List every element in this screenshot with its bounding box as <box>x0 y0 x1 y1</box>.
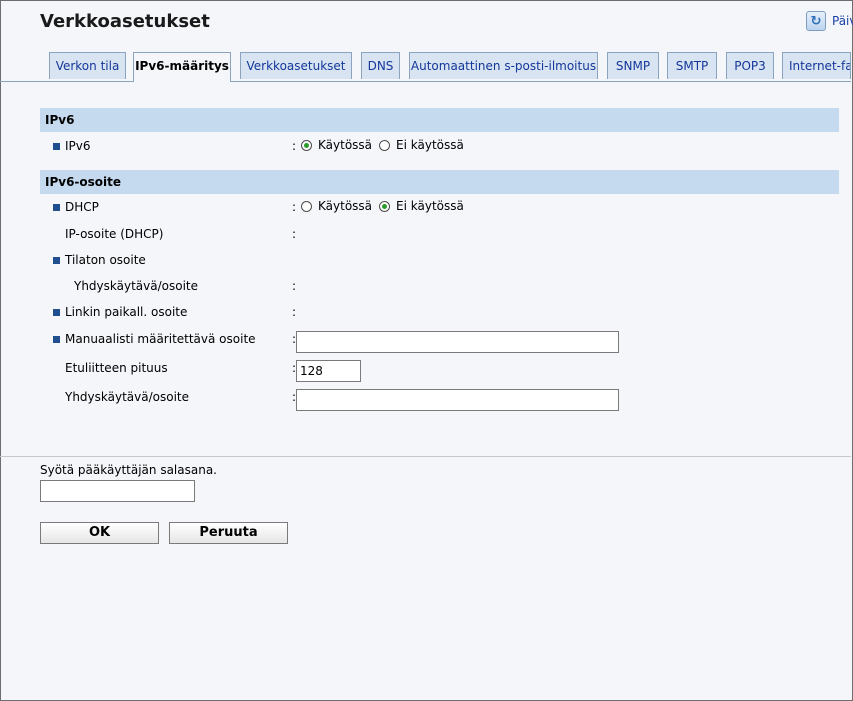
ip-dhcp-label: IP-osoite (DHCP) <box>65 227 164 241</box>
tab-dns[interactable]: DNS <box>361 52 400 79</box>
tab-ipv6-maaritys[interactable]: IPv6-määritys <box>133 52 231 82</box>
dhcp-disabled-radio[interactable] <box>379 200 391 212</box>
dhcp-enabled-radio[interactable] <box>301 200 312 212</box>
colon: : <box>292 305 297 319</box>
link-local-row: Linkin paikall. osoite : <box>40 303 840 323</box>
dhcp-row: DHCP : Käytössä Ei käytössä <box>40 198 840 218</box>
stateless-gateway-row: Yhdyskäytävä/osoite : <box>40 277 840 297</box>
tab-verkon-tila[interactable]: Verkon tila <box>49 52 126 79</box>
tab-internet-faksi[interactable]: Internet-faksi <box>782 52 851 79</box>
gateway-input[interactable] <box>296 389 619 411</box>
tab-automaattinen-s-posti-ilmoitus[interactable]: Automaattinen s-posti-ilmoitus <box>409 52 598 79</box>
refresh-label: Päivitä <box>832 14 853 28</box>
prefix-length-row: Etuliitteen pituus : <box>40 359 840 379</box>
ip-dhcp-row: IP-osoite (DHCP) : <box>40 225 840 245</box>
ipv6-enabled-radio[interactable] <box>301 139 312 151</box>
refresh-button[interactable]: ↻ Päivitä <box>806 11 853 31</box>
bullet-icon <box>53 309 60 316</box>
ok-button[interactable]: OK <box>40 522 159 544</box>
colon: : <box>292 200 297 214</box>
colon: : <box>292 227 297 241</box>
divider <box>0 456 851 457</box>
stateless-label: Tilaton osoite <box>65 253 146 267</box>
password-prompt: Syötä pääkäyttäjän salasana. <box>40 463 217 477</box>
link-local-label: Linkin paikall. osoite <box>65 305 188 319</box>
section-ipv6-address-header: IPv6-osoite <box>40 170 839 194</box>
tab-verkkoasetukset[interactable]: Verkkoasetukset <box>240 52 352 79</box>
prefix-length-label: Etuliitteen pituus <box>65 361 168 375</box>
bullet-icon <box>53 336 60 343</box>
stateless-gateway-label: Yhdyskäytävä/osoite <box>74 279 199 293</box>
manual-address-input[interactable] <box>296 331 619 353</box>
tab-pop3[interactable]: POP3 <box>726 52 774 79</box>
stateless-row: Tilaton osoite <box>40 251 840 271</box>
ipv6-row: IPv6 : Käytössä Ei käytössä <box>40 137 840 157</box>
dhcp-enabled-label: Käytössä <box>318 199 373 213</box>
ipv6-disabled-radio[interactable] <box>379 139 391 151</box>
page-title: Verkkoasetukset <box>40 11 210 32</box>
bullet-icon <box>53 143 60 150</box>
refresh-icon: ↻ <box>806 11 826 31</box>
section-ipv6-header: IPv6 <box>40 108 839 132</box>
ipv6-disabled-label: Ei käytössä <box>396 138 464 152</box>
prefix-length-input[interactable] <box>296 360 361 382</box>
gateway-label: Yhdyskäytävä/osoite <box>65 390 190 404</box>
tab-smtp[interactable]: SMTP <box>667 52 717 79</box>
cancel-button[interactable]: Peruuta <box>169 522 288 544</box>
dhcp-label: DHCP <box>65 200 99 214</box>
ipv6-enabled-label: Käytössä <box>318 138 373 152</box>
admin-password-input[interactable] <box>40 480 195 502</box>
bullet-icon <box>53 204 60 211</box>
colon: : <box>292 139 297 153</box>
tab-snmp[interactable]: SNMP <box>607 52 659 79</box>
bullet-icon <box>53 257 60 264</box>
dhcp-disabled-label: Ei käytössä <box>396 199 464 213</box>
tab-bar: Verkon tila IPv6-määritys Verkkoasetukse… <box>0 52 851 82</box>
colon: : <box>292 279 297 293</box>
manual-address-label: Manuaalisti määritettävä osoite <box>65 332 256 346</box>
ipv6-label: IPv6 <box>65 139 91 153</box>
